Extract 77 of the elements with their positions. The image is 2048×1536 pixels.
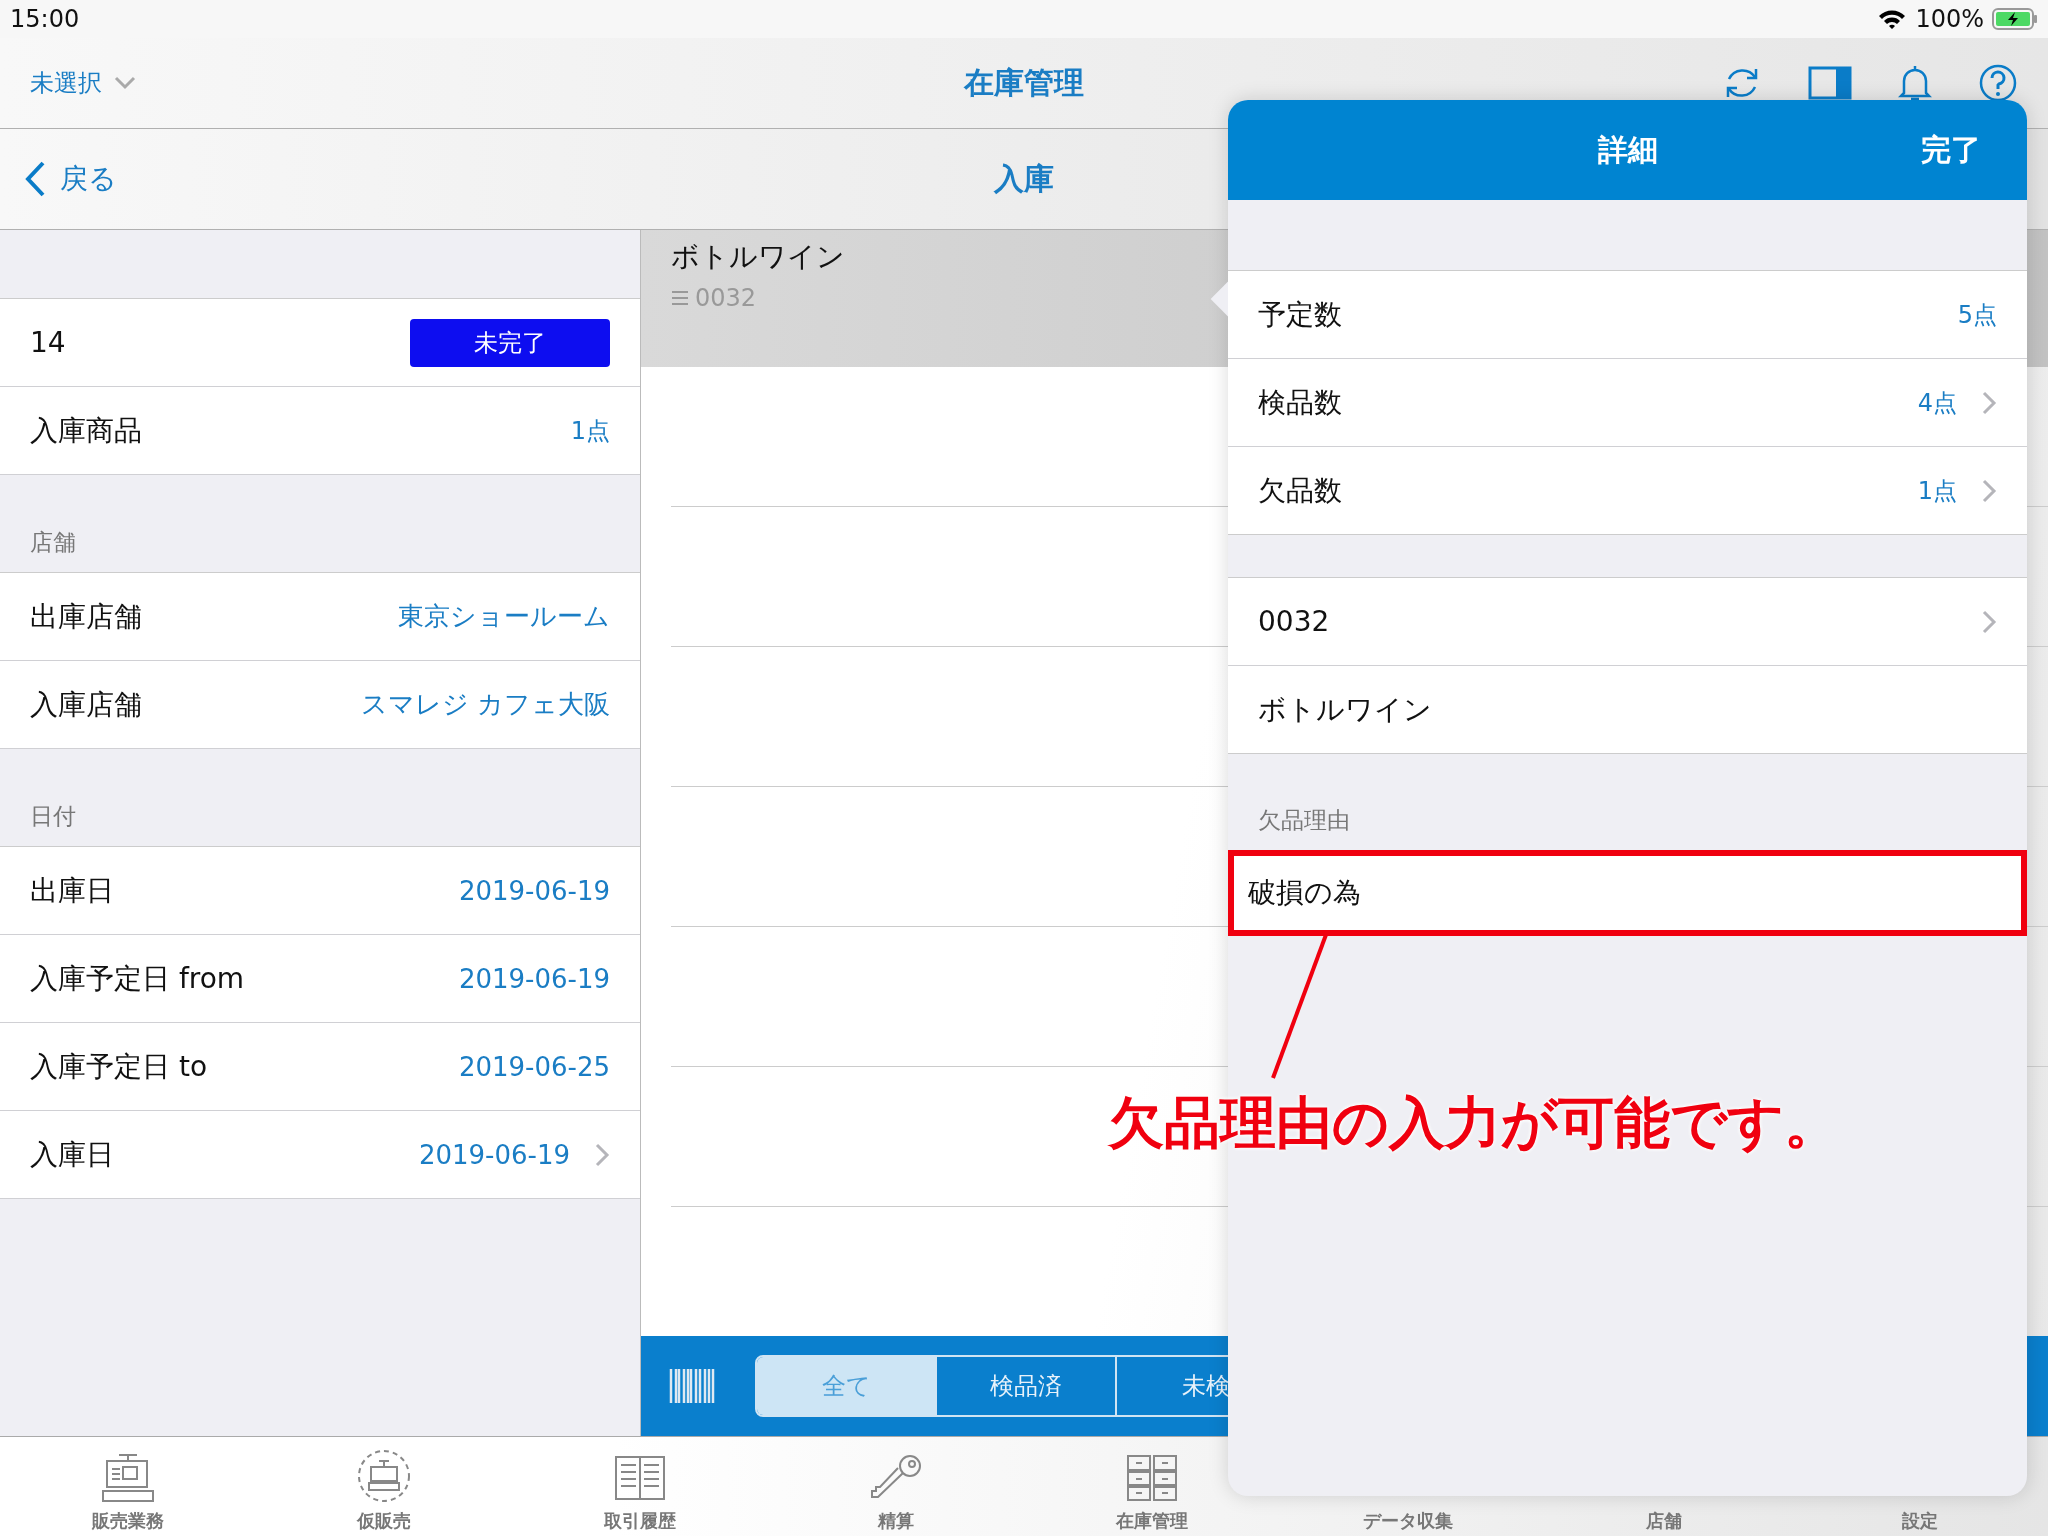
- cash-register-icon: [99, 1453, 157, 1503]
- tab-bar-item[interactable]: 店舗: [1536, 1437, 1792, 1536]
- row-value: 2019-06-19: [418, 1139, 570, 1170]
- help-icon[interactable]: [1978, 63, 2018, 103]
- list-row[interactable]: 予定数 5点: [1228, 271, 2027, 359]
- dashed-register-icon: [355, 1449, 413, 1503]
- list-row[interactable]: 入庫予定日 from 2019-06-19: [0, 935, 640, 1023]
- list-row[interactable]: 検品数 4点: [1228, 359, 2027, 447]
- list-row[interactable]: 入庫日 2019-06-19: [0, 1111, 640, 1199]
- row-value: スマレジ カフェ大阪: [360, 688, 610, 721]
- reason-field[interactable]: 破損の為: [1228, 850, 2027, 936]
- bell-icon[interactable]: [1898, 63, 1932, 103]
- cabinet-icon: [1125, 1453, 1179, 1503]
- filter-segment[interactable]: 検品済: [937, 1357, 1117, 1415]
- ledger-icon: [613, 1453, 667, 1503]
- battery-percent: 100%: [1915, 5, 1984, 33]
- list-row[interactable]: 欠品数 1点: [1228, 447, 2027, 534]
- tab-bar-item[interactable]: 販売業務: [0, 1437, 256, 1536]
- row-label: 入庫店舗: [30, 686, 143, 723]
- back-button[interactable]: 戻る: [24, 160, 117, 198]
- list-row[interactable]: 出庫日 2019-06-19: [0, 847, 640, 935]
- row-label: ボトルワイン: [1258, 691, 1433, 728]
- done-button[interactable]: 完了: [1915, 128, 1987, 172]
- tab-bar-item[interactable]: 在庫管理: [1024, 1437, 1280, 1536]
- row-label: 検品数: [1258, 384, 1343, 421]
- list-row[interactable]: 入庫商品 1点: [0, 387, 640, 475]
- section-header: 日付: [30, 802, 76, 831]
- tab-bar-item[interactable]: 設定: [1792, 1437, 2048, 1536]
- list-row[interactable]: 入庫店舗 スマレジ カフェ大阪: [0, 661, 640, 749]
- chevron-right-icon: [1981, 608, 1997, 635]
- barcode-icon[interactable]: [669, 1369, 715, 1403]
- row-label: 出庫店舗: [30, 598, 143, 635]
- product-code: 0032: [695, 284, 757, 312]
- battery-icon: [1992, 8, 2038, 30]
- status-time: 15:00: [10, 5, 80, 33]
- annotation-text: 欠品理由の入力が可能です。: [1108, 1089, 1840, 1157]
- row-label: 予定数: [1258, 296, 1343, 333]
- tab-bar-item[interactable]: 精算: [768, 1437, 1024, 1536]
- screen-title: 入庫: [992, 159, 1055, 198]
- row-value: 4点: [1917, 387, 1957, 419]
- popover-title: 詳細: [1597, 130, 1658, 169]
- nav-title: 在庫管理: [962, 63, 1085, 102]
- row-label: 入庫予定日 to: [30, 1048, 208, 1085]
- chevron-right-icon: [1981, 389, 1997, 416]
- list-row[interactable]: 入庫予定日 to 2019-06-25: [0, 1023, 640, 1111]
- split-view-icon[interactable]: [1808, 66, 1852, 100]
- row-label: 欠品数: [1258, 472, 1343, 509]
- back-chevron-icon: [24, 160, 46, 198]
- chevron-down-icon: [114, 76, 136, 90]
- row-label: 入庫日: [30, 1136, 115, 1173]
- chevron-right-icon: [1981, 477, 1997, 504]
- chevron-right-icon: [594, 1141, 610, 1168]
- section-header: 店舗: [30, 528, 76, 557]
- status-badge: 未完了: [410, 318, 610, 367]
- row-value: 1点: [570, 415, 610, 447]
- wifi-icon: [1877, 8, 1908, 30]
- row-label: 0032: [1258, 605, 1331, 638]
- row-value: 2019-06-25: [458, 1051, 610, 1082]
- list-icon: [671, 290, 689, 306]
- tab-bar-item[interactable]: 取引履歴: [512, 1437, 768, 1536]
- row-value: 2019-06-19: [458, 963, 610, 994]
- row-label: 出庫日: [30, 872, 115, 909]
- row-value: 2019-06-19: [458, 875, 610, 906]
- row-label: 入庫予定日 from: [30, 960, 246, 997]
- row-value: 東京ショールーム: [398, 600, 610, 633]
- tab-bar-item[interactable]: データ収集: [1280, 1437, 1536, 1536]
- slip-number: 14: [30, 326, 67, 359]
- row-value: 1点: [1917, 475, 1957, 507]
- list-row[interactable]: 出庫店舗 東京ショールーム: [0, 573, 640, 661]
- tab-bar-item[interactable]: 仮販売: [256, 1437, 512, 1536]
- list-row[interactable]: ボトルワイン: [1228, 666, 2027, 753]
- section-header: 欠品理由: [1258, 806, 1350, 835]
- store-picker[interactable]: 未選択: [30, 67, 136, 99]
- product-name: ボトルワイン: [671, 239, 846, 275]
- list-row[interactable]: 0032: [1228, 578, 2027, 666]
- row-label: 入庫商品: [30, 412, 143, 449]
- row-value: 5点: [1957, 299, 1997, 331]
